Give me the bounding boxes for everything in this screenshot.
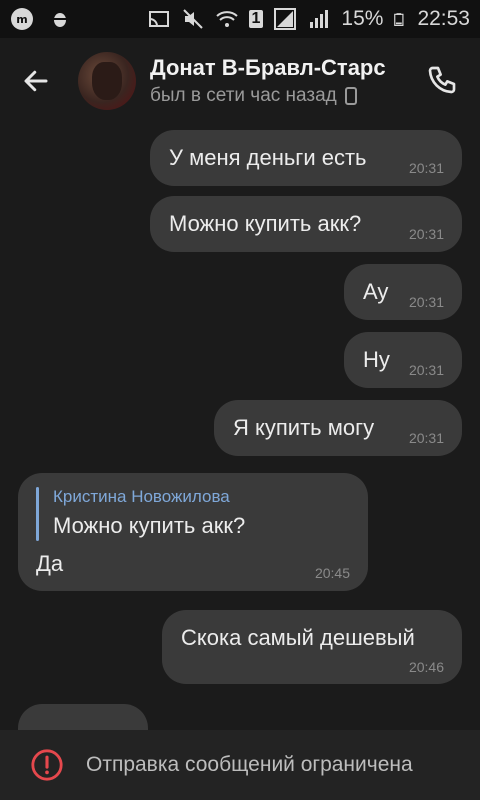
restriction-message: Отправка сообщений ограничена (86, 753, 413, 776)
message-time: 20:31 (408, 362, 444, 378)
message-bubble[interactable]: Я купить могу 20:31 (214, 400, 462, 456)
cast-icon (148, 11, 169, 27)
message-time: 20:31 (408, 160, 444, 176)
message-list[interactable]: У меня деньги есть 20:31 Можно купить ак… (0, 124, 480, 730)
message-text: У меня деньги есть (169, 145, 367, 170)
message-text: Ау (363, 279, 389, 304)
reply-quote-bar (36, 487, 39, 541)
chat-subtitle: был в сети час назад (150, 85, 386, 107)
message-bubble-partial[interactable] (18, 704, 148, 730)
message-bubble-incoming[interactable]: Кристина Новожилова Можно купить акк? Да… (18, 473, 368, 591)
mobile-icon (344, 87, 357, 105)
battery-icon (394, 13, 404, 26)
back-button[interactable] (0, 38, 72, 124)
alert-circle-icon (31, 749, 63, 781)
last-seen-text: был в сети час назад (150, 85, 337, 106)
wifi-icon (215, 11, 238, 27)
status-left: m (10, 7, 72, 31)
message-time: 20:31 (408, 226, 444, 242)
message-text: Я купить могу (233, 415, 375, 440)
signal-icon (274, 8, 297, 30)
chat-title: Донат В-Бравл-Старс (150, 55, 386, 80)
input-restricted-bar: Отправка сообщений ограничена (0, 730, 480, 800)
status-right: 1 15% 22:53 (147, 7, 470, 31)
message-text: Да (36, 551, 64, 576)
clock: 22:53 (417, 7, 470, 30)
message-bubble[interactable]: Скока самый дешевый 20:46 (162, 610, 462, 684)
bug-icon (54, 13, 66, 27)
signal-bars-icon (310, 10, 329, 28)
message-text: Ну (363, 347, 390, 372)
reply-author: Кристина Новожилова (53, 487, 230, 506)
message-time: 20:31 (408, 294, 444, 310)
call-button[interactable] (426, 64, 458, 96)
message-bubble[interactable]: Можно купить акк? 20:31 (150, 196, 462, 252)
svg-text:m: m (16, 13, 27, 26)
header-text[interactable]: Донат В-Бравл-Старс был в сети час назад (150, 55, 386, 107)
status-bar: m 1 15% 22:53 (0, 0, 480, 38)
chat-header: Донат В-Бравл-Старс был в сети час назад (0, 38, 480, 124)
message-time: 20:46 (408, 659, 444, 675)
arrow-left-icon (24, 70, 48, 92)
phone-icon (428, 66, 456, 94)
mute-icon (182, 9, 203, 29)
message-time: 20:45 (314, 565, 350, 581)
message-text: Скока самый дешевый (181, 625, 415, 650)
battery-percent: 15% (341, 7, 384, 30)
message-time: 20:31 (408, 430, 444, 446)
message-text: Можно купить акк? (169, 211, 362, 236)
sim-slot-badge: 1 (248, 10, 264, 28)
reply-text: Можно купить акк? (53, 513, 246, 538)
message-bubble[interactable]: Ну 20:31 (344, 332, 462, 388)
message-bubble[interactable]: Ау 20:31 (344, 264, 462, 320)
m-app-icon: m (11, 8, 33, 30)
avatar[interactable] (78, 52, 136, 110)
message-bubble[interactable]: У меня деньги есть 20:31 (150, 130, 462, 186)
